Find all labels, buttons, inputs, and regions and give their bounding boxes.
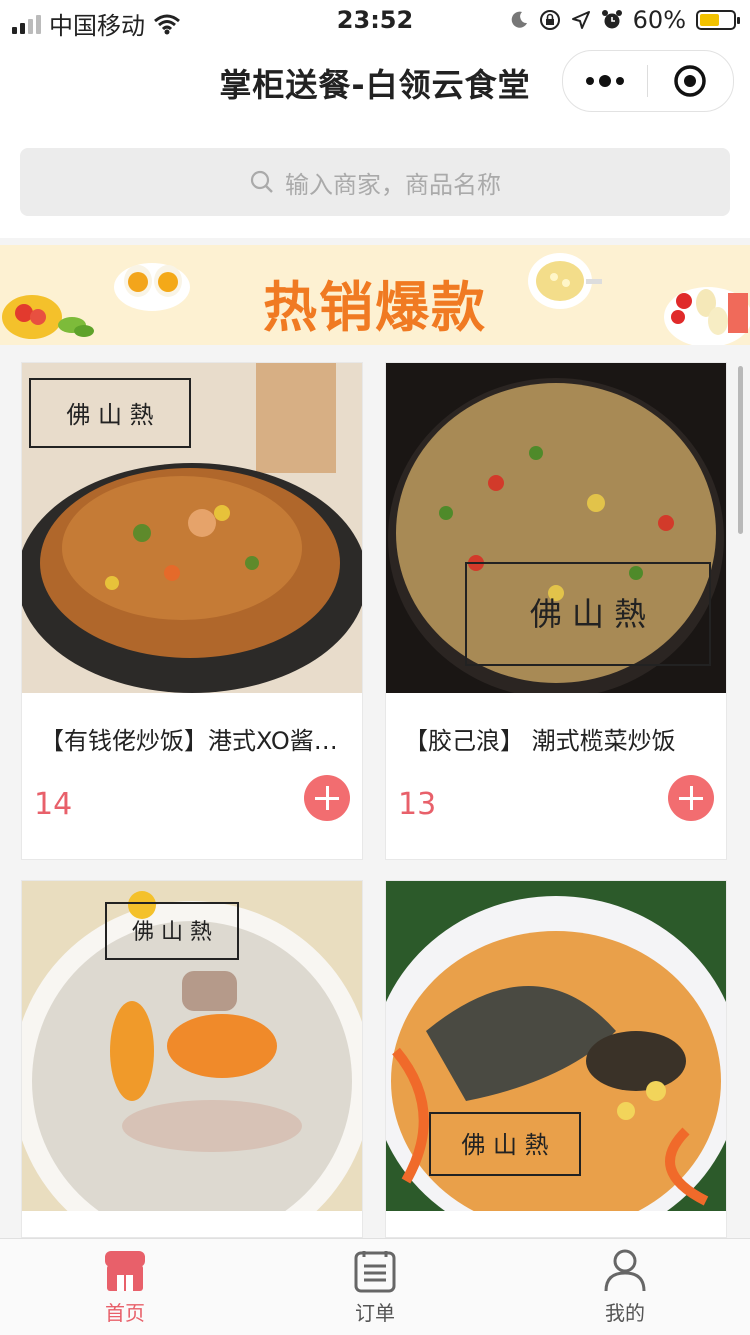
dessert-image <box>528 253 602 309</box>
tab-bar: 首页 订单 我的 <box>0 1238 750 1335</box>
add-to-cart-button[interactable] <box>304 775 350 821</box>
tab-orders-label: 订单 <box>355 1301 395 1325</box>
product-card[interactable]: 佛 山 熱 【有钱佬炒饭】港式XO酱炒饭 14 <box>21 362 363 860</box>
user-icon <box>604 1249 646 1292</box>
search-icon <box>250 170 273 193</box>
close-mini-program-icon[interactable] <box>648 64 732 98</box>
banner-title: 热销爆款 <box>263 276 487 339</box>
product-image: 佛 山 熱 <box>22 363 362 693</box>
search-placeholder: 输入商家，商品名称 <box>285 170 501 199</box>
add-to-cart-button[interactable] <box>668 775 714 821</box>
product-image: 佛 山 熱 <box>386 363 726 693</box>
tab-profile[interactable]: 我的 <box>500 1239 750 1335</box>
status-bar: 中国移动 23:52 60% <box>0 0 750 42</box>
svg-text:佛 山 熱: 佛 山 熱 <box>461 1131 548 1159</box>
tab-orders[interactable]: 订单 <box>250 1239 500 1335</box>
battery-percent: 60% <box>632 6 686 34</box>
status-right: 60% <box>509 6 740 34</box>
svg-text:佛 山 熱: 佛 山 熱 <box>66 401 153 429</box>
product-card[interactable]: 佛 山 熱 <box>21 880 363 1238</box>
alarm-icon <box>601 10 622 29</box>
product-name: 【有钱佬炒饭】港式XO酱炒饭 <box>40 727 354 755</box>
product-name: 【胶己浪】 潮式榄菜炒饭 <box>404 727 676 755</box>
fruit-bowl-image <box>664 287 750 345</box>
mini-program-capsule <box>562 50 734 112</box>
scrollbar[interactable] <box>738 366 743 534</box>
order-list-icon <box>354 1251 396 1293</box>
product-card[interactable]: 佛 山 熱 【胶己浪】 潮式榄菜炒饭 13 <box>385 362 727 860</box>
moon-icon <box>511 11 527 28</box>
search-area: 输入商家，商品名称 <box>0 120 750 238</box>
more-options-icon[interactable] <box>563 75 647 87</box>
shop-icon <box>105 1251 145 1291</box>
location-icon <box>571 11 590 29</box>
product-image: 佛 山 熱 <box>386 881 726 1211</box>
navigation-bar: 掌柜送餐-白领云食堂 <box>0 42 750 120</box>
tab-home[interactable]: 首页 <box>0 1239 250 1335</box>
tab-home-label: 首页 <box>105 1301 145 1325</box>
battery-icon <box>696 10 740 30</box>
product-price: 13 <box>398 787 437 822</box>
tab-profile-label: 我的 <box>605 1301 645 1325</box>
svg-text:佛 山 熱: 佛 山 熱 <box>530 595 646 633</box>
search-input[interactable]: 输入商家，商品名称 <box>20 148 730 216</box>
svg-text:佛 山 熱: 佛 山 熱 <box>132 920 212 945</box>
product-card[interactable]: 佛 山 熱 <box>385 880 727 1238</box>
rotation-lock-icon <box>539 10 560 30</box>
product-price: 14 <box>34 787 73 822</box>
product-image: 佛 山 熱 <box>22 881 362 1211</box>
hot-sale-banner[interactable]: 热销爆款 <box>0 245 750 345</box>
